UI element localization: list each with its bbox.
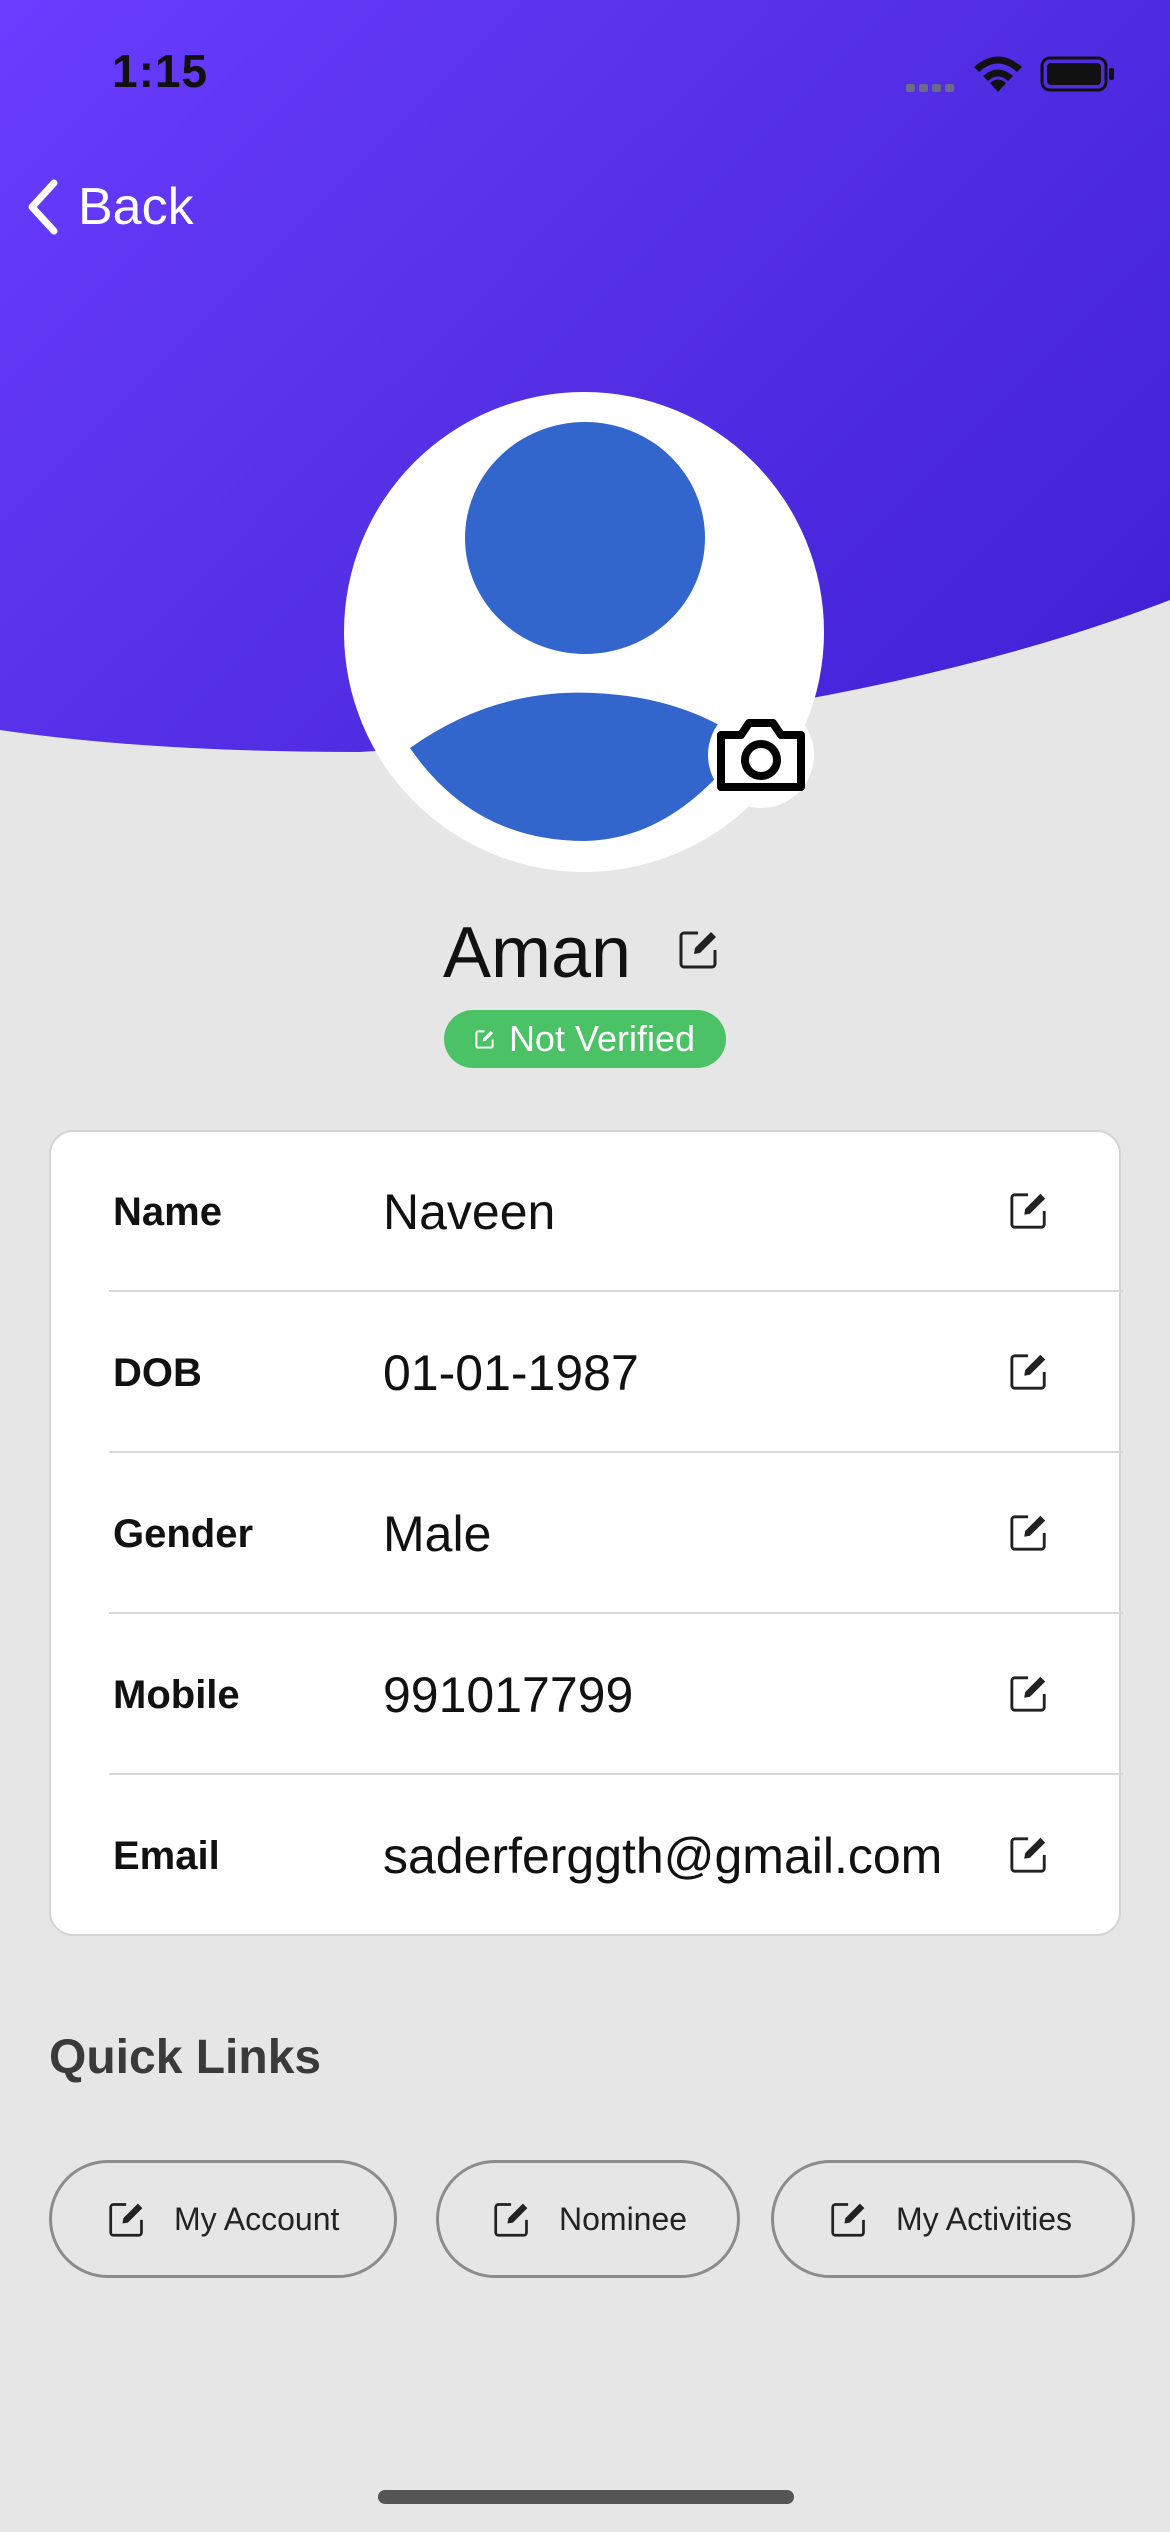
edit-email-field-icon[interactable] xyxy=(1009,1834,1049,1874)
detail-label: Gender xyxy=(113,1511,254,1556)
profile-name: Aman xyxy=(443,913,632,993)
edit-gender-field-icon[interactable] xyxy=(1009,1512,1049,1552)
detail-label: Mobile xyxy=(113,1672,240,1717)
back-button[interactable]: Back xyxy=(22,172,194,242)
detail-row-dob: DOB 01-01-1987 xyxy=(109,1293,1123,1453)
detail-row-gender: Gender Male xyxy=(109,1454,1123,1614)
quick-link-label: Nominee xyxy=(559,2200,688,2237)
detail-row-email: Email saderferggth@gmail.com xyxy=(109,1776,1123,1936)
quick-link-my-account[interactable]: My Account xyxy=(49,2160,397,2278)
profile-details-card: Name Naveen DOB 01-01-1987 Gender Male M… xyxy=(49,1130,1123,1936)
verification-status: Not Verified xyxy=(508,1018,696,1059)
edit-icon xyxy=(494,2203,528,2237)
change-photo-button[interactable] xyxy=(708,702,814,808)
detail-row-name: Name Naveen xyxy=(109,1132,1123,1292)
battery-icon xyxy=(1040,56,1114,92)
detail-row-mobile: Mobile 991017799 xyxy=(109,1615,1123,1775)
quick-link-label: My Activities xyxy=(896,2200,1073,2237)
status-bar: 1:15 xyxy=(0,0,1170,150)
quick-link-my-activities[interactable]: My Activities xyxy=(771,2160,1135,2278)
edit-icon xyxy=(831,2203,865,2237)
quick-links-title: Quick Links xyxy=(49,2031,322,2084)
detail-value: saderferggth@gmail.com xyxy=(383,1828,943,1884)
home-indicator[interactable] xyxy=(378,2490,794,2504)
edit-dob-field-icon[interactable] xyxy=(1009,1351,1049,1391)
detail-label: Name xyxy=(113,1189,222,1234)
verification-badge: Not Verified xyxy=(444,1010,726,1068)
edit-icon xyxy=(475,1030,494,1049)
status-time: 1:15 xyxy=(112,45,209,97)
detail-label: DOB xyxy=(113,1350,202,1395)
signal-icon xyxy=(906,84,954,92)
camera-icon xyxy=(717,719,805,791)
detail-value: 01-01-1987 xyxy=(383,1345,639,1401)
detail-value: 991017799 xyxy=(383,1667,634,1723)
edit-mobile-field-icon[interactable] xyxy=(1009,1673,1049,1713)
wifi-icon xyxy=(974,56,1022,92)
detail-label: Email xyxy=(113,1833,220,1878)
edit-name-icon[interactable] xyxy=(678,928,720,970)
detail-value: Male xyxy=(383,1506,492,1562)
detail-value: Naveen xyxy=(383,1184,556,1240)
chevron-left-icon xyxy=(28,179,58,235)
edit-icon xyxy=(109,2203,143,2237)
quick-link-nominee[interactable]: Nominee xyxy=(436,2160,740,2278)
quick-link-label: My Account xyxy=(174,2200,340,2237)
edit-name-field-icon[interactable] xyxy=(1009,1190,1049,1230)
back-label: Back xyxy=(78,178,194,236)
